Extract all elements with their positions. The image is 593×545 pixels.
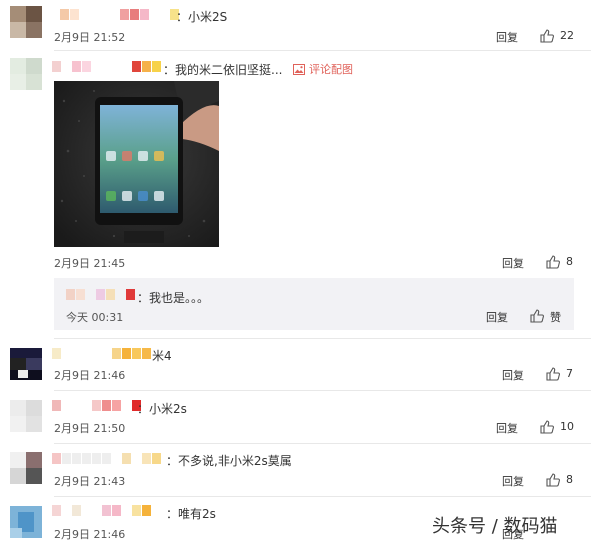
- thumbs-up-icon[interactable]: [546, 255, 560, 269]
- thumbs-up-icon[interactable]: [546, 367, 560, 381]
- username[interactable]: [52, 453, 162, 465]
- thumbs-up-icon[interactable]: [546, 473, 560, 487]
- divider: [54, 390, 591, 391]
- reply-button[interactable]: 回复: [502, 473, 524, 489]
- username[interactable]: [60, 9, 180, 21]
- comment-text: ：小米2s: [137, 402, 187, 416]
- comment-time: 2月9日 21:50: [54, 422, 126, 435]
- reply-button[interactable]: 回复: [502, 255, 524, 271]
- comment-time: 2月9日 21:43: [54, 475, 126, 488]
- picture-icon: [293, 63, 305, 75]
- like-count: 8: [566, 473, 573, 486]
- thumbs-up-icon[interactable]: [540, 420, 554, 434]
- view-pic-link[interactable]: 评论配图: [293, 61, 353, 77]
- comment-time: 2月9日 21:52: [54, 31, 126, 44]
- comment-photo[interactable]: [54, 81, 219, 247]
- watermark-text: 头条号 / 数码猫: [432, 516, 558, 537]
- sub-reply-time: 今天 00:31: [66, 311, 124, 324]
- comment-text: ：我的米二依旧坚挺...: [163, 63, 283, 77]
- username[interactable]: [66, 289, 136, 301]
- like-count: 22: [560, 29, 574, 42]
- reply-button[interactable]: 回复: [496, 29, 518, 45]
- like-label[interactable]: 赞: [550, 309, 561, 325]
- divider: [54, 338, 591, 339]
- username[interactable]: [52, 61, 162, 73]
- username[interactable]: [52, 400, 142, 412]
- like-count: 7: [566, 367, 573, 380]
- thumbs-up-icon[interactable]: [530, 309, 544, 323]
- avatar[interactable]: [10, 400, 42, 432]
- username[interactable]: [52, 348, 152, 360]
- view-pic-label: 评论配图: [309, 63, 353, 76]
- sub-reply-button[interactable]: 回复: [486, 309, 508, 325]
- avatar[interactable]: [10, 58, 42, 90]
- like-count: 8: [566, 255, 573, 268]
- comment-text: 米4: [152, 349, 172, 363]
- like-count: 10: [560, 420, 574, 433]
- comment-text: ：唯有2s: [166, 507, 216, 521]
- reply-button[interactable]: 回复: [502, 367, 524, 383]
- thumbs-up-icon[interactable]: [540, 29, 554, 43]
- divider: [54, 496, 591, 497]
- watermark: 头条号 / 数码猫: [432, 512, 558, 538]
- comment-time: 2月9日 21:46: [54, 528, 126, 541]
- avatar[interactable]: [10, 348, 42, 380]
- sub-reply-text: ：我也是。。。: [137, 291, 210, 305]
- reply-button[interactable]: 回复: [496, 420, 518, 436]
- divider: [54, 443, 591, 444]
- divider: [54, 50, 591, 51]
- comment-time: 2月9日 21:46: [54, 369, 126, 382]
- avatar[interactable]: [10, 506, 42, 538]
- username[interactable]: [52, 505, 152, 517]
- avatar[interactable]: [10, 6, 42, 38]
- comment-text: ：不多说,非小米2s莫属: [166, 454, 292, 468]
- comment-text: ：小米2S: [176, 10, 228, 24]
- comment-time: 2月9日 21:45: [54, 257, 126, 270]
- avatar[interactable]: [10, 452, 42, 484]
